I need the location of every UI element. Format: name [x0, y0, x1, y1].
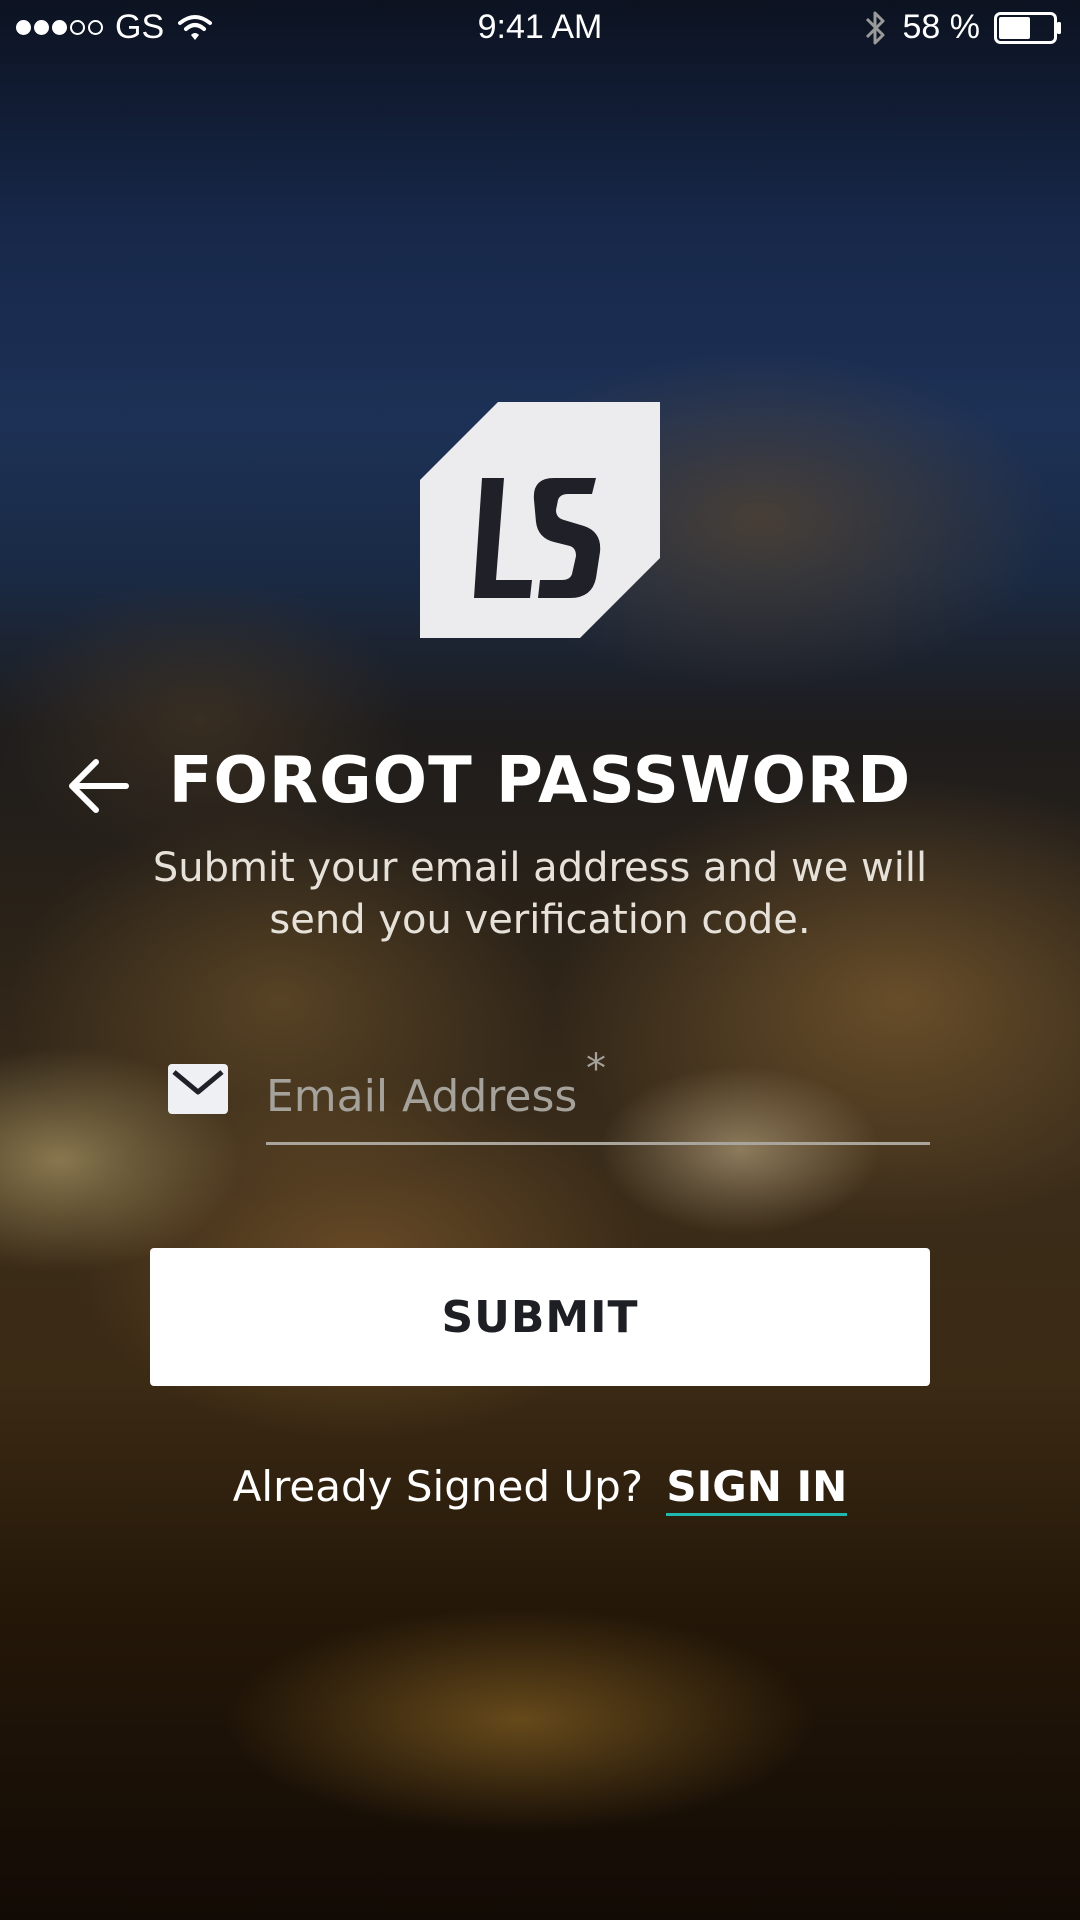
battery-icon	[994, 11, 1061, 44]
submit-button[interactable]: SUBMIT	[150, 1248, 930, 1386]
signin-prompt-row: Already Signed Up? SIGN IN	[0, 1462, 1080, 1516]
envelope-icon	[168, 1064, 228, 1114]
status-bar: GS 9:41 AM 58 %	[0, 0, 1080, 58]
status-right: 58 %	[863, 8, 1063, 47]
sign-in-link[interactable]: SIGN IN	[666, 1462, 848, 1516]
battery-percentage: 58 %	[902, 8, 981, 46]
page-subtitle: Submit your email address and we will se…	[152, 845, 928, 943]
bluetooth-icon	[865, 11, 884, 44]
page-title: FORGOT PASSWORD	[168, 744, 912, 818]
ls-brand-logo	[420, 402, 660, 638]
already-signed-up-text: Already Signed Up?	[232, 1462, 644, 1511]
required-marker: *	[586, 1046, 606, 1092]
blurred-background	[0, 0, 1080, 1920]
